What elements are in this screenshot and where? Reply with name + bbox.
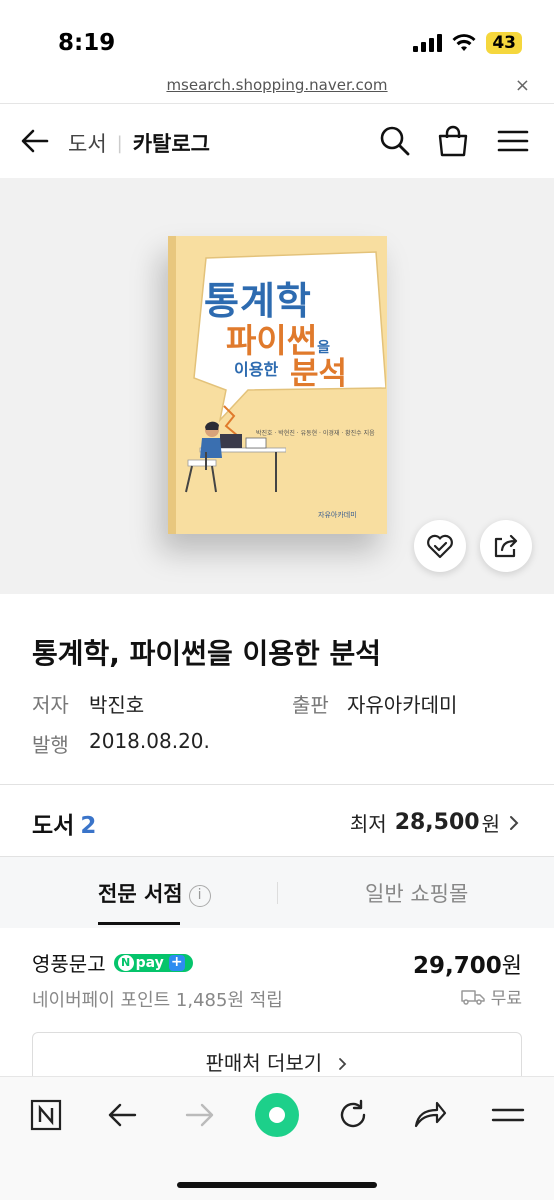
share-button[interactable] [480, 520, 532, 572]
status-time: 8:19 [58, 30, 116, 56]
cover-title-line4: 분석 [290, 356, 348, 392]
lowest-label: 최저 [349, 812, 387, 836]
cover-authors: 박진호 · 박현진 · 유동현 · 이경재 · 황진수 지음 [256, 430, 375, 437]
url-bar[interactable]: msearch.shopping.naver.com × [0, 72, 554, 104]
naver-home-icon[interactable] [26, 1095, 66, 1135]
author-value[interactable]: 박진호 [89, 693, 144, 717]
page-header: 도서 | 카탈로그 [0, 104, 554, 178]
menu-icon[interactable] [496, 124, 530, 158]
book-cover[interactable]: 통계학 파이썬을 이용한 분석 박진호 · 박현진 · 유동현 · 이경재 · … [168, 236, 387, 534]
breadcrumb-separator: | [116, 132, 123, 154]
price-category: 도서 [32, 813, 75, 839]
lowest-currency: 원 [481, 812, 500, 836]
browser-toolbar [0, 1076, 554, 1200]
publisher-label: 출판 [292, 693, 329, 717]
author-row: 저자 [32, 689, 69, 718]
back-arrow-icon[interactable] [20, 126, 50, 156]
home-indicator [177, 1182, 377, 1188]
cellular-signal-icon [413, 34, 443, 52]
shopping-bag-icon[interactable] [436, 124, 470, 158]
heart-check-icon [427, 534, 453, 559]
naver-n-icon: N [117, 954, 134, 971]
author-label: 저자 [32, 693, 69, 717]
lowest-price: 28,500 [394, 810, 480, 835]
tab-active-indicator [98, 922, 180, 925]
status-bar: 8:19 43 [0, 0, 554, 78]
publisher-value[interactable]: 자유아카데미 [347, 693, 457, 717]
person-at-desk-illustration [185, 405, 286, 493]
shipping-label: 무료 [490, 989, 522, 1009]
truck-icon [460, 989, 485, 1005]
product-title: 통계학, 파이썬을 이용한 분석 [32, 637, 382, 670]
hamburger-menu-icon[interactable] [488, 1095, 528, 1135]
tab-general-mall[interactable]: 일반 쇼핑몰 [365, 878, 468, 908]
seller-count: 2 [80, 813, 97, 839]
plus-icon: + [168, 954, 185, 971]
url-text[interactable]: msearch.shopping.naver.com [0, 76, 554, 94]
cover-title-line3: 이용한 [234, 360, 279, 379]
store-price: 29,700원 [412, 953, 522, 979]
date-label: 발행 [32, 733, 69, 757]
store-tabs: 전문 서점 i 일반 쇼핑몰 [0, 860, 554, 928]
price-summary-row[interactable]: 도서 2 최저 28,500 원 [0, 784, 554, 856]
green-dot-icon[interactable] [253, 1091, 301, 1139]
refresh-icon[interactable] [333, 1095, 373, 1135]
forward-icon[interactable] [180, 1095, 220, 1135]
battery-indicator: 43 [486, 32, 522, 54]
back-icon[interactable] [102, 1095, 142, 1135]
share-icon [494, 534, 518, 558]
tab-specialty-bookstore[interactable]: 전문 서점 i [98, 878, 211, 908]
close-icon[interactable]: × [515, 75, 530, 96]
tab-separator [277, 882, 278, 904]
breadcrumb-category[interactable]: 도서 [68, 128, 107, 158]
point-info: 네이버페이 포인트 1,485원 적립 [32, 990, 283, 1011]
chevron-right-icon [510, 815, 519, 830]
wifi-icon [452, 34, 476, 51]
status-icons: 43 [413, 32, 522, 54]
product-image-area: 통계학 파이썬을 이용한 분석 박진호 · 박현진 · 유동현 · 이경재 · … [0, 178, 554, 594]
wishlist-button[interactable] [414, 520, 466, 572]
share-forward-icon[interactable] [410, 1095, 450, 1135]
shipping-info: 무료 [460, 984, 522, 1009]
store-name[interactable]: 영풍문고 [32, 948, 106, 977]
date-value: 2018.08.20. [89, 729, 210, 753]
page-title: 카탈로그 [132, 132, 210, 156]
info-icon[interactable]: i [188, 885, 211, 907]
npay-badge: N pay + [113, 953, 193, 972]
search-icon[interactable] [378, 124, 412, 158]
chevron-right-icon [338, 1058, 346, 1070]
breadcrumb: 도서 | 카탈로그 [68, 128, 210, 158]
cover-publisher: 자유아카데미 [318, 511, 357, 519]
